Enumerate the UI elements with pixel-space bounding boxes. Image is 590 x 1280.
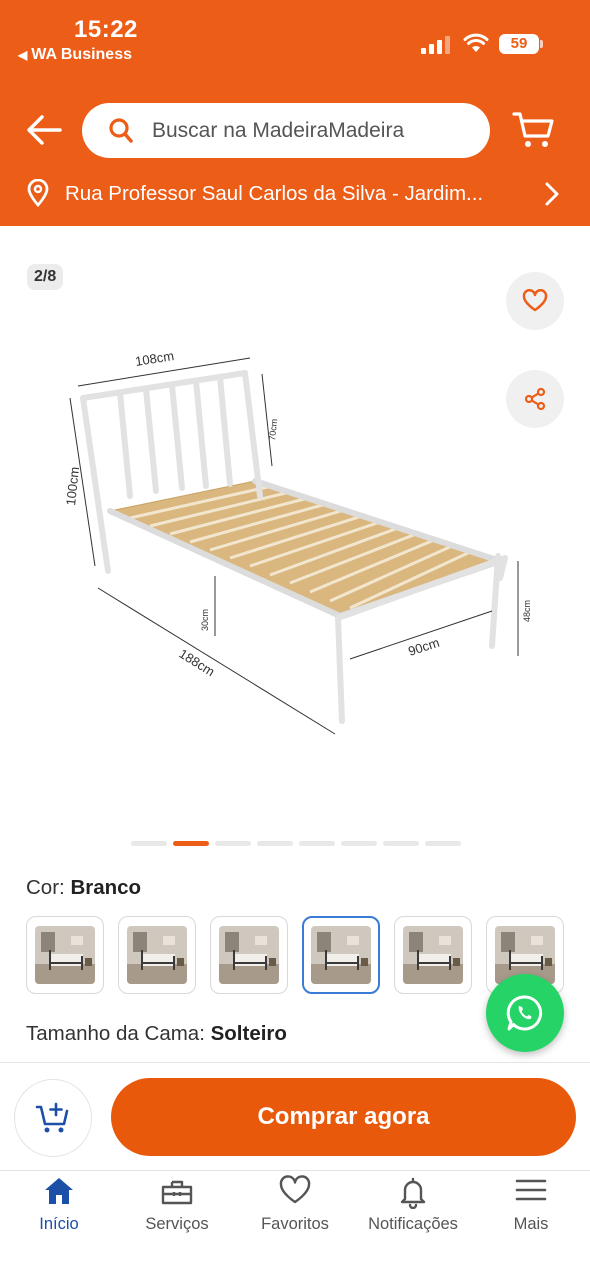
nav-label: Mais (513, 1215, 549, 1233)
svg-text:188cm: 188cm (176, 646, 217, 679)
room-thumbnail-image (35, 926, 95, 984)
room-thumbnail-image (127, 926, 187, 984)
svg-text:100cm: 100cm (63, 466, 82, 506)
pagination-dot[interactable] (425, 841, 461, 846)
room-thumbnail-image (311, 926, 371, 984)
gallery-pagination (131, 841, 461, 846)
bottom-navigation: Início Serviços Favoritos Notificações M… (0, 1170, 590, 1280)
product-gallery[interactable]: 2/8 108cm 100cm 70cm 188cm 30cm 90cm 48c… (0, 226, 590, 856)
location-pin-icon (27, 179, 49, 207)
chevron-right-icon (545, 182, 559, 206)
favorite-button[interactable] (506, 272, 564, 330)
size-value: Solteiro (210, 1022, 287, 1045)
size-label: Tamanho da Cama: Solteiro (26, 1022, 287, 1045)
buy-now-button[interactable]: Comprar agora (111, 1078, 576, 1156)
room-thumbnail-image (403, 926, 463, 984)
delivery-address: Rua Professor Saul Carlos da Silva - Jar… (65, 182, 484, 205)
heart-icon (522, 289, 548, 312)
nav-label: Início (39, 1215, 79, 1233)
pagination-dot[interactable] (299, 841, 335, 846)
search-row: Buscar na MadeiraMadeira (0, 100, 590, 160)
heart-icon (279, 1175, 311, 1204)
status-time: 15:22 (74, 16, 138, 43)
search-input[interactable]: Buscar na MadeiraMadeira (82, 103, 490, 158)
wifi-icon (463, 33, 489, 52)
dim-width-top: 108 (134, 351, 158, 369)
add-to-cart-button[interactable] (14, 1079, 92, 1157)
pagination-dot[interactable] (215, 841, 251, 846)
room-thumbnail-image (219, 926, 279, 984)
battery-indicator: 59 (499, 34, 543, 54)
purchase-bar: Comprar agora (0, 1062, 590, 1170)
color-thumbnail[interactable] (26, 916, 104, 994)
toolbox-icon (161, 1180, 193, 1205)
pagination-dot[interactable] (383, 841, 419, 846)
signal-icon (421, 36, 450, 54)
cart-icon[interactable] (512, 110, 556, 150)
svg-text:48cm: 48cm (522, 600, 530, 622)
pagination-dot[interactable] (173, 841, 209, 846)
delivery-address-bar[interactable]: Rua Professor Saul Carlos da Silva - Jar… (0, 172, 590, 214)
nav-item-mais[interactable]: Mais (472, 1171, 590, 1241)
color-thumbnail[interactable] (302, 916, 380, 994)
pagination-dot[interactable] (341, 841, 377, 846)
back-app-label: WA Business (31, 46, 132, 63)
nav-label: Notificações (368, 1215, 458, 1233)
svg-text:30cm: 30cm (200, 609, 210, 631)
image-counter-badge: 2/8 (27, 264, 64, 290)
svg-text:70cm: 70cm (267, 418, 279, 441)
nav-item-servicos[interactable]: Serviços (118, 1171, 236, 1241)
search-placeholder: Buscar na MadeiraMadeira (152, 119, 405, 142)
color-thumbnail[interactable] (118, 916, 196, 994)
color-value: Branco (70, 876, 142, 899)
back-to-app-link[interactable]: ◀ WA Business (18, 46, 132, 64)
dim-height-foot: 48 (522, 612, 530, 622)
status-bar: 15:22 ◀ WA Business 59 (0, 0, 590, 80)
nav-item-notificacoes[interactable]: Notificações (354, 1171, 472, 1241)
nav-label: Serviços (145, 1215, 209, 1233)
color-thumbnail[interactable] (394, 916, 472, 994)
bell-icon (400, 1177, 426, 1209)
color-thumbnail[interactable] (210, 916, 288, 994)
search-icon (109, 118, 133, 143)
back-arrow-icon[interactable] (24, 112, 64, 148)
bed-product-image: 108cm 100cm 70cm 188cm 30cm 90cm 48cm (63, 348, 530, 735)
whatsapp-button[interactable] (486, 974, 564, 1052)
pagination-dot[interactable] (131, 841, 167, 846)
whatsapp-icon (506, 995, 543, 1031)
dim-leg: 30 (200, 621, 210, 631)
app-header: 15:22 ◀ WA Business 59 Buscar na MadeiraM… (0, 0, 590, 226)
color-label: Cor: Branco (26, 876, 142, 899)
dim-height-head: 100 (63, 483, 80, 506)
color-thumbnails (26, 916, 564, 994)
nav-item-favoritos[interactable]: Favoritos (236, 1171, 354, 1241)
svg-text:108cm: 108cm (134, 348, 175, 369)
menu-icon (515, 1179, 547, 1201)
home-icon (45, 1178, 73, 1204)
add-to-cart-icon (35, 1102, 69, 1133)
back-triangle-icon: ◀ (18, 48, 28, 62)
nav-item-inicio[interactable]: Início (0, 1171, 118, 1241)
nav-label: Favoritos (261, 1215, 329, 1233)
pagination-dot[interactable] (257, 841, 293, 846)
